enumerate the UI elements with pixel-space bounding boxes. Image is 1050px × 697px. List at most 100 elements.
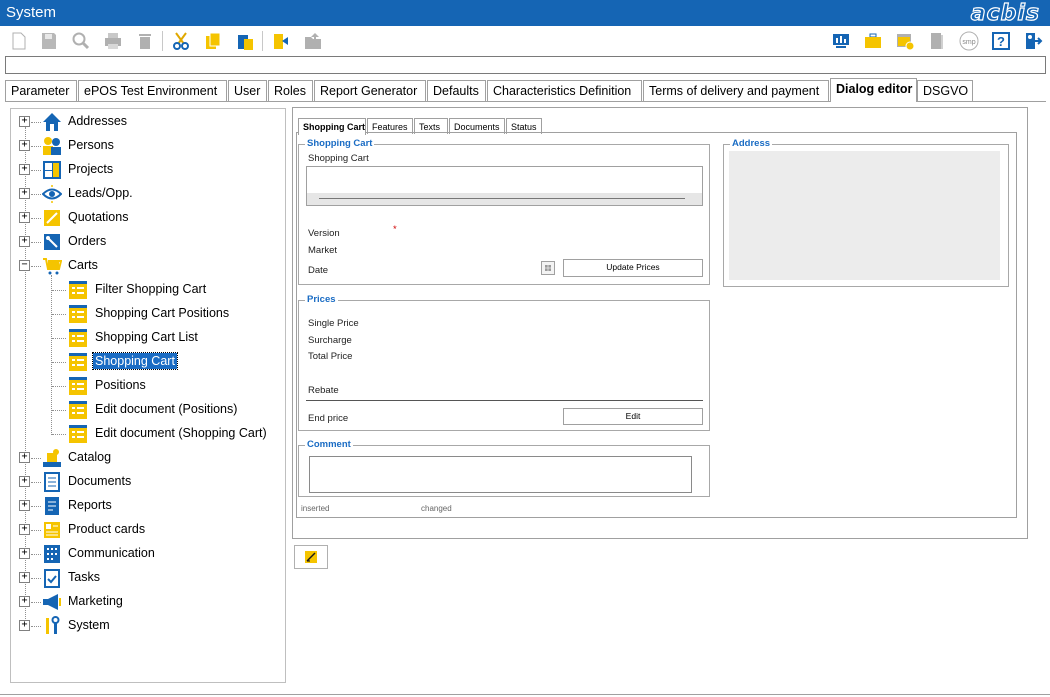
tree-node-positions[interactable]: Positions	[11, 375, 281, 397]
tree-node-product-cards[interactable]: + Product cards	[11, 519, 281, 541]
tree-node-shopping-cart-positions[interactable]: Shopping Cart Positions	[11, 303, 281, 325]
changed-label: changed	[421, 504, 452, 513]
tab-characteristics-definition[interactable]: Characteristics Definition	[487, 80, 642, 102]
cut-icon[interactable]	[170, 30, 192, 52]
shopping-cart-textbox[interactable]	[306, 166, 703, 206]
expand-icon[interactable]: +	[19, 476, 30, 487]
document-icon	[44, 472, 60, 492]
tree-node-persons[interactable]: + Persons	[11, 135, 281, 157]
new-icon[interactable]	[8, 30, 30, 52]
copy-icon[interactable]	[202, 30, 224, 52]
tree-node-shopping-cart[interactable]: Shopping Cart	[11, 351, 281, 373]
form-icon	[69, 425, 87, 443]
expand-icon[interactable]: +	[19, 188, 30, 199]
tree-label: Orders	[68, 234, 107, 248]
expand-icon[interactable]: +	[19, 116, 30, 127]
book-icon[interactable]	[926, 30, 948, 52]
expand-icon[interactable]: +	[19, 524, 30, 535]
productcard-icon	[44, 522, 60, 538]
communication-icon	[44, 545, 60, 563]
toolbar-separator	[162, 31, 163, 51]
tab-parameter[interactable]: Parameter	[5, 80, 77, 102]
tree-label: Carts	[68, 258, 98, 272]
tab-dsgvo[interactable]: DSGVO	[917, 80, 973, 102]
end-price-label: End price	[308, 413, 349, 424]
comment-textarea[interactable]	[309, 456, 692, 493]
smp-icon[interactable]: smp	[958, 30, 980, 52]
tab-user[interactable]: User	[228, 80, 267, 102]
expand-icon[interactable]: +	[19, 620, 30, 631]
tree-node-filter-shopping-cart[interactable]: Filter Shopping Cart	[11, 279, 281, 301]
expand-icon[interactable]: +	[19, 164, 30, 175]
tree-label: Shopping Cart List	[95, 330, 198, 344]
price-divider	[306, 400, 703, 401]
save-icon[interactable]	[38, 30, 60, 52]
tree-label: Marketing	[68, 594, 123, 608]
tab-defaults[interactable]: Defaults	[427, 80, 486, 102]
tree-node-catalog[interactable]: + Catalog	[11, 447, 281, 469]
update-prices-button[interactable]: Update Prices	[563, 259, 703, 277]
tree-node-communication[interactable]: + Communication	[11, 543, 281, 565]
expand-icon[interactable]: +	[19, 452, 30, 463]
tree-node-addresses[interactable]: + Addresses	[11, 111, 281, 133]
tree-node-system[interactable]: + System	[11, 615, 281, 637]
tree-node-tasks[interactable]: + Tasks	[11, 567, 281, 589]
tree-node-leads[interactable]: + Leads/Opp.	[11, 183, 281, 205]
report-icon	[45, 497, 59, 515]
tree-label: Projects	[68, 162, 114, 176]
help-icon[interactable]: ?	[990, 30, 1012, 52]
address-area[interactable]	[729, 151, 1000, 280]
exit-icon[interactable]	[1022, 30, 1044, 52]
briefcase-icon[interactable]	[862, 30, 884, 52]
surcharge-label: Surcharge	[308, 335, 352, 346]
expand-icon[interactable]: +	[19, 500, 30, 511]
calendar-icon[interactable]	[541, 261, 555, 275]
tree-node-reports[interactable]: + Reports	[11, 495, 281, 517]
tab-dialog-editor[interactable]: Dialog editor	[830, 78, 917, 102]
tree-label: Documents	[68, 474, 132, 488]
settings-window-icon[interactable]	[894, 30, 916, 52]
tree-label: Filter Shopping Cart	[95, 282, 207, 296]
delete-icon[interactable]	[134, 30, 156, 52]
tree-label-selected: Shopping Cart	[92, 352, 178, 370]
tab-report-generator[interactable]: Report Generator	[314, 80, 426, 102]
edit-dialog-button[interactable]	[294, 545, 328, 569]
cart-icon	[43, 258, 62, 275]
tools-icon	[46, 616, 60, 634]
tab-roles[interactable]: Roles	[268, 80, 313, 102]
expand-icon[interactable]: +	[19, 212, 30, 223]
print-icon[interactable]	[102, 30, 124, 52]
tree-label: Edit document (Shopping Cart)	[95, 426, 267, 440]
monitor-chart-icon[interactable]	[830, 30, 852, 52]
import-icon[interactable]	[270, 30, 292, 52]
search-icon[interactable]	[70, 30, 92, 52]
tree-node-edit-document-positions[interactable]: Edit document (Positions)	[11, 399, 281, 421]
open-folder-icon[interactable]	[302, 30, 324, 52]
single-price-label: Single Price	[308, 318, 359, 329]
tree-node-edit-document-shopping-cart[interactable]: Edit document (Shopping Cart)	[11, 423, 281, 445]
edit-form-icon	[305, 551, 317, 563]
tab-terms-of-delivery[interactable]: Terms of delivery and payment	[643, 80, 829, 102]
horizontal-scrollbar[interactable]	[307, 193, 702, 205]
tab-epos-test-environment[interactable]: ePOS Test Environment	[78, 80, 227, 102]
tree-node-projects[interactable]: + Projects	[11, 159, 281, 181]
expand-icon[interactable]: +	[19, 548, 30, 559]
command-input[interactable]	[5, 56, 1046, 74]
expand-icon[interactable]: +	[19, 236, 30, 247]
tree-node-shopping-cart-list[interactable]: Shopping Cart List	[11, 327, 281, 349]
tree-node-marketing[interactable]: + Marketing	[11, 591, 281, 613]
tree-node-carts[interactable]: − Carts	[11, 255, 281, 277]
subtab-shopping-cart[interactable]: Shopping Cart	[298, 118, 366, 135]
expand-icon[interactable]: +	[19, 572, 30, 583]
tree-node-documents[interactable]: + Documents	[11, 471, 281, 493]
collapse-icon[interactable]: −	[19, 260, 30, 271]
tree-node-quotations[interactable]: + Quotations	[11, 207, 281, 229]
expand-icon[interactable]: +	[19, 596, 30, 607]
tree-node-orders[interactable]: + Orders	[11, 231, 281, 253]
edit-button[interactable]: Edit	[563, 408, 703, 425]
toolbar-separator	[262, 31, 263, 51]
paste-icon[interactable]	[234, 30, 256, 52]
required-marker: *	[393, 224, 397, 235]
window-title: System	[6, 4, 57, 21]
expand-icon[interactable]: +	[19, 140, 30, 151]
